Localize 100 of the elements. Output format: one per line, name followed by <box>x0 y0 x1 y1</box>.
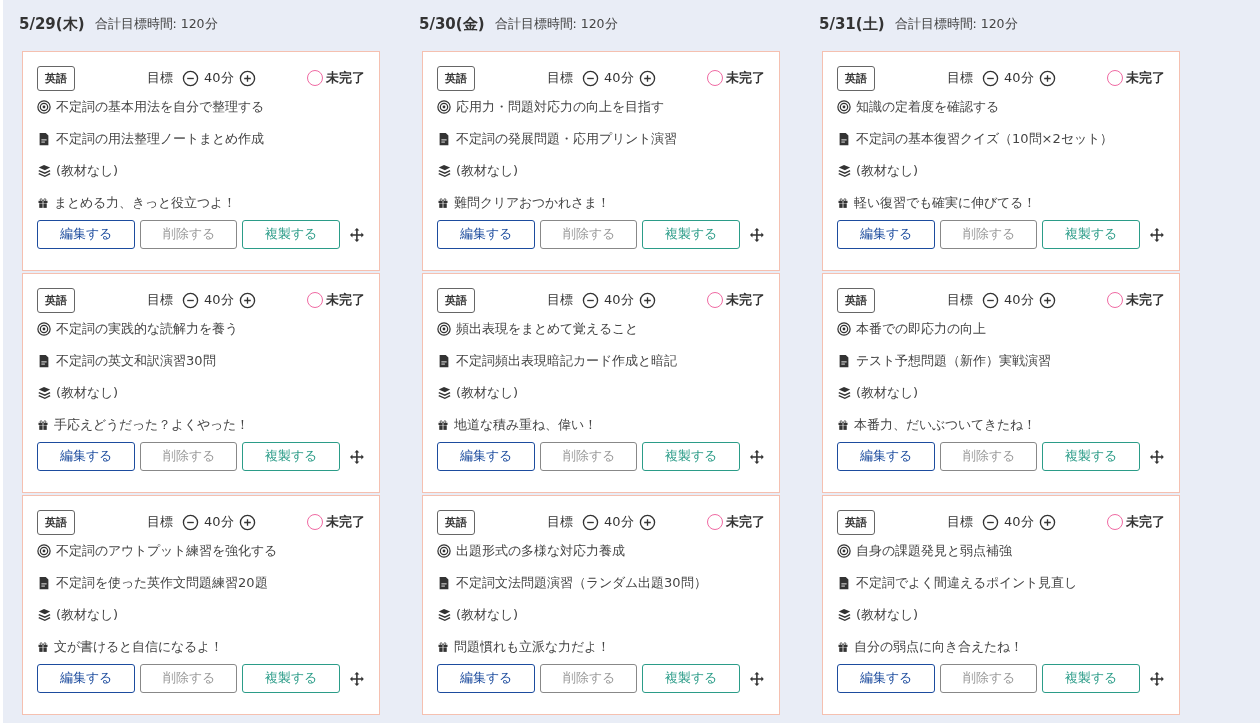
message-text: 本番力、だいぶついてきたね！ <box>854 416 1036 434</box>
delete-button[interactable]: 削除する <box>539 220 638 249</box>
target-label: 目標 <box>947 291 973 309</box>
edit-button[interactable]: 編集する <box>837 664 935 693</box>
edit-button[interactable]: 編集する <box>37 220 135 249</box>
subject-tag: 英語 <box>837 65 875 91</box>
status-label: 未完了 <box>726 291 765 309</box>
copy-button[interactable]: 複製する <box>642 220 741 249</box>
total-target-time: 合計目標時間: 120分 <box>94 16 218 33</box>
copy-button[interactable]: 複製する <box>1042 442 1141 471</box>
edit-button[interactable]: 編集する <box>837 220 935 249</box>
status-label: 未完了 <box>726 69 765 87</box>
minus-icon[interactable] <box>582 513 599 531</box>
target-icon <box>37 544 51 558</box>
books-icon <box>837 608 851 622</box>
task-text: 不定詞を使った英作文問題練習20題 <box>56 574 268 592</box>
edit-button[interactable]: 編集する <box>37 442 135 471</box>
move-icon[interactable] <box>749 670 765 687</box>
edit-button[interactable]: 編集する <box>437 664 535 693</box>
goal-text: 自身の課題発見と弱点補強 <box>856 542 1012 560</box>
edit-button[interactable]: 編集する <box>437 220 535 249</box>
target-icon <box>437 100 451 114</box>
edit-button[interactable]: 編集する <box>437 442 535 471</box>
goal-text: 不定詞の基本用法を自分で整理する <box>56 98 264 116</box>
minus-icon[interactable] <box>182 69 199 87</box>
move-icon[interactable] <box>1149 226 1165 243</box>
status-label: 未完了 <box>726 513 765 531</box>
goal-text: 不定詞のアウトプット練習を強化する <box>56 542 277 560</box>
material-text: (教材なし) <box>456 162 519 180</box>
delete-button[interactable]: 削除する <box>139 664 238 693</box>
plus-icon[interactable] <box>1038 291 1056 309</box>
minus-icon[interactable] <box>982 291 999 309</box>
target-label: 目標 <box>547 69 573 87</box>
status-label: 未完了 <box>1126 513 1165 531</box>
move-icon[interactable] <box>349 226 365 243</box>
message-text: 文が書けると自信になるよ！ <box>54 638 223 656</box>
delete-button[interactable]: 削除する <box>939 664 1038 693</box>
message-text: 軽い復習でも確実に伸びてる！ <box>854 194 1036 212</box>
copy-button[interactable]: 複製する <box>1042 664 1141 693</box>
move-icon[interactable] <box>749 226 765 243</box>
copy-button[interactable]: 複製する <box>242 664 341 693</box>
task-text: 不定詞頻出表現暗記カード作成と暗記 <box>456 352 677 370</box>
plus-icon[interactable] <box>238 291 256 309</box>
day-date: 5/30(金) <box>419 15 485 34</box>
status-label: 未完了 <box>1126 69 1165 87</box>
minus-icon[interactable] <box>182 291 199 309</box>
task-text: 不定詞文法問題演習（ランダム出題30問） <box>456 574 707 592</box>
plus-icon[interactable] <box>1038 513 1056 531</box>
status-label: 未完了 <box>326 291 365 309</box>
books-icon <box>37 386 51 400</box>
minus-icon[interactable] <box>582 69 599 87</box>
material-text: (教材なし) <box>456 606 519 624</box>
document-icon <box>837 576 851 590</box>
subject-tag: 英語 <box>437 287 475 313</box>
subject-tag: 英語 <box>437 509 475 535</box>
books-icon <box>37 164 51 178</box>
plus-icon[interactable] <box>238 69 256 87</box>
delete-button[interactable]: 削除する <box>939 442 1038 471</box>
move-icon[interactable] <box>1149 448 1165 465</box>
minus-icon[interactable] <box>182 513 199 531</box>
plus-icon[interactable] <box>238 513 256 531</box>
target-minutes: 40分 <box>604 69 634 87</box>
edit-button[interactable]: 編集する <box>37 664 135 693</box>
plus-icon[interactable] <box>1038 69 1056 87</box>
minus-icon[interactable] <box>582 291 599 309</box>
document-icon <box>837 354 851 368</box>
move-icon[interactable] <box>349 670 365 687</box>
goal-text: 頻出表現をまとめて覚えること <box>456 320 638 338</box>
gift-icon <box>437 197 449 209</box>
minus-icon[interactable] <box>982 69 999 87</box>
books-icon <box>437 164 451 178</box>
delete-button[interactable]: 削除する <box>539 442 638 471</box>
books-icon <box>437 608 451 622</box>
task-text: 不定詞でよく間違えるポイント見直し <box>856 574 1077 592</box>
delete-button[interactable]: 削除する <box>139 442 238 471</box>
edit-button[interactable]: 編集する <box>837 442 935 471</box>
plus-icon[interactable] <box>638 69 656 87</box>
move-icon[interactable] <box>349 448 365 465</box>
delete-button[interactable]: 削除する <box>539 664 638 693</box>
task-text: 不定詞の発展問題・応用プリント演習 <box>456 130 677 148</box>
subject-tag: 英語 <box>437 65 475 91</box>
move-icon[interactable] <box>749 448 765 465</box>
copy-button[interactable]: 複製する <box>642 442 741 471</box>
document-icon <box>37 576 51 590</box>
plus-icon[interactable] <box>638 513 656 531</box>
task-text: 不定詞の用法整理ノートまとめ作成 <box>56 130 264 148</box>
status-label: 未完了 <box>1126 291 1165 309</box>
copy-button[interactable]: 複製する <box>242 442 341 471</box>
copy-button[interactable]: 複製する <box>642 664 741 693</box>
delete-button[interactable]: 削除する <box>139 220 238 249</box>
move-icon[interactable] <box>1149 670 1165 687</box>
copy-button[interactable]: 複製する <box>242 220 341 249</box>
target-minutes: 40分 <box>204 513 234 531</box>
target-minutes: 40分 <box>204 291 234 309</box>
copy-button[interactable]: 複製する <box>1042 220 1141 249</box>
delete-button[interactable]: 削除する <box>939 220 1038 249</box>
target-icon <box>437 322 451 336</box>
plus-icon[interactable] <box>638 291 656 309</box>
minus-icon[interactable] <box>982 513 999 531</box>
goal-text: 出題形式の多様な対応力養成 <box>456 542 625 560</box>
